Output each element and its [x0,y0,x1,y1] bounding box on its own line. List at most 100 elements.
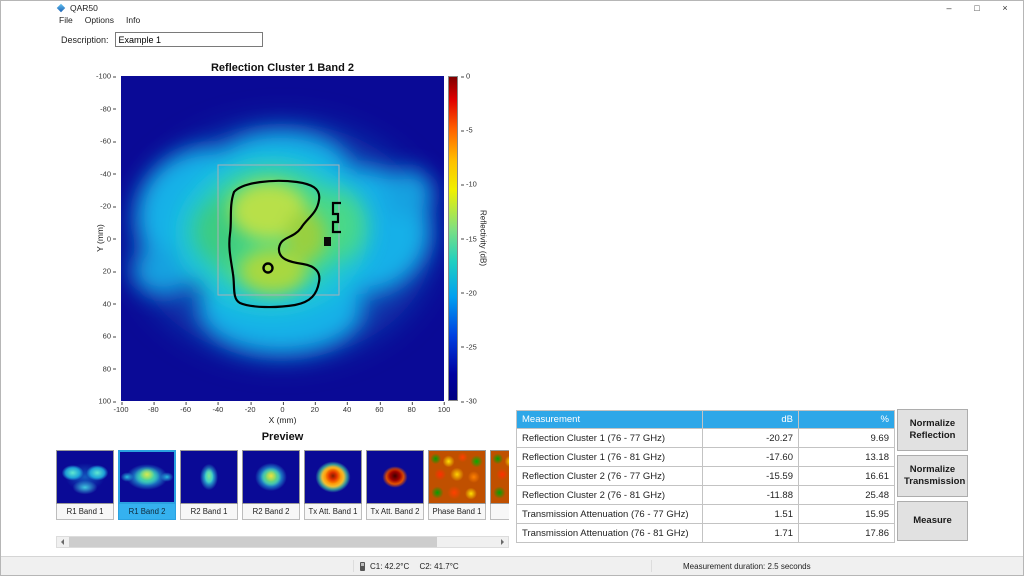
xtick-label: -40 [212,405,223,414]
window-title: QAR50 [70,3,98,13]
colorbar-label: Reflectivity (dB) [479,210,488,266]
measure-button[interactable]: Measure [897,501,968,541]
normalize-reflection-button[interactable]: Normalize Reflection [897,409,968,451]
measurement-db: -15.59 [703,467,799,486]
preview-thumb-phase-band1[interactable]: Phase Band 1 [428,450,486,526]
preview-thumb-r1-band1[interactable]: R1 Band 1 [56,450,114,526]
heatmap-svg [121,76,444,401]
cbtick-label: -20 [466,288,477,297]
measurement-duration: Measurement duration: 2.5 seconds [683,562,811,571]
cbtick-label: -30 [466,397,477,406]
ytick-label: -60 [100,137,111,146]
x-axis-label: X (mm) [121,415,444,425]
thumbnail-label: R2 Band 2 [242,504,300,520]
scrollbar-thumb[interactable] [69,537,437,547]
measurement-db: 1.71 [703,524,799,543]
preview-thumb-r1-band2[interactable]: R1 Band 2 [118,450,176,526]
measurement-db: -11.88 [703,486,799,505]
close-button[interactable]: × [991,1,1019,15]
x-axis: -100-80-60-40-20020406080100 [121,403,444,413]
xtick-label: 0 [280,405,284,414]
xtick-label: -20 [245,405,256,414]
thumbnail-image[interactable] [118,450,176,504]
measurement-pct: 9.69 [799,429,895,448]
preview-thumb-r2-band1[interactable]: R2 Band 1 [180,450,238,526]
measurement-name: Reflection Cluster 2 (76 - 81 GHz) [517,486,703,505]
statusbar-divider [651,560,652,572]
table-row[interactable]: Transmission Attenuation (76 - 81 GHz) 1… [517,524,895,543]
thumbnail-label: Tx Att. Band 2 [366,504,424,520]
thumbnail-label: Tx Att. Band 1 [304,504,362,520]
statusbar-divider [353,560,354,572]
y-axis-label: Y (mm) [95,224,105,252]
ytick-label: -40 [100,169,111,178]
scroll-right-arrow-icon[interactable] [496,537,508,547]
scrollbar-track[interactable] [69,537,496,547]
heatmap-plot [121,76,444,401]
preview-thumb-txatt-band2[interactable]: Tx Att. Band 2 [366,450,424,526]
description-label: Description: [61,35,109,45]
temperature-c1: C1: 42.2°C [370,562,409,571]
temperature-c2: C2: 41.7°C [419,562,458,571]
measurement-pct: 13.18 [799,448,895,467]
table-row[interactable]: Reflection Cluster 2 (76 - 81 GHz) -11.8… [517,486,895,505]
preview-title: Preview [121,431,444,443]
thumbnail-image[interactable] [366,450,424,504]
ytick-label: 40 [103,299,111,308]
xtick-label: -80 [148,405,159,414]
preview-thumb-r2-band2[interactable]: R2 Band 2 [242,450,300,526]
thumbnail-image[interactable] [304,450,362,504]
qar50-window: QAR50 – □ × File Options Info Descriptio… [0,0,1024,576]
measurement-pct: 15.95 [799,505,895,524]
measurement-name: Transmission Attenuation (76 - 81 GHz) [517,524,703,543]
preview-thumb-phase-band2[interactable]: Ph [490,450,509,526]
scroll-left-arrow-icon[interactable] [57,537,69,547]
minimize-button[interactable]: – [935,1,963,15]
ytick-label: 60 [103,332,111,341]
measurement-pct: 25.48 [799,486,895,505]
table-row[interactable]: Reflection Cluster 1 (76 - 81 GHz) -17.6… [517,448,895,467]
thumbnail-image[interactable] [180,450,238,504]
menu-info[interactable]: Info [120,14,146,26]
thumbnail-label: R1 Band 1 [56,504,114,520]
colorbar [448,76,458,401]
thumbnail-image[interactable] [428,450,486,504]
measurement-db: -20.27 [703,429,799,448]
temperature-icon [360,562,365,571]
temperature-readout: C1: 42.2°C C2: 41.7°C [370,562,467,571]
horizontal-scrollbar[interactable] [56,536,509,548]
description-row: Description: [61,32,263,47]
measurement-name: Transmission Attenuation (76 - 77 GHz) [517,505,703,524]
cbtick-label: -25 [466,342,477,351]
header-percent: % [799,411,895,429]
thumbnail-image[interactable] [490,450,509,504]
header-db: dB [703,411,799,429]
window-controls: – □ × [935,1,1019,15]
thumbnail-image[interactable] [242,450,300,504]
menu-options[interactable]: Options [79,14,120,26]
description-input[interactable] [115,32,263,47]
preview-strip: R1 Band 1 R1 Band 2 R2 Band 1 R2 Band 2 … [56,450,509,526]
table-row[interactable]: Reflection Cluster 2 (76 - 77 GHz) -15.5… [517,467,895,486]
ytick-label: 20 [103,267,111,276]
menubar: File Options Info [53,14,146,26]
ytick-label: 100 [98,397,111,406]
menu-file[interactable]: File [53,14,79,26]
xtick-label: 60 [375,405,383,414]
ytick-label: 0 [107,234,111,243]
ytick-label: -20 [100,202,111,211]
measurement-table: Measurement dB % Reflection Cluster 1 (7… [516,410,895,543]
preview-thumb-txatt-band1[interactable]: Tx Att. Band 1 [304,450,362,526]
thumbnail-image[interactable] [56,450,114,504]
table-row[interactable]: Transmission Attenuation (76 - 77 GHz) 1… [517,505,895,524]
table-row[interactable]: Reflection Cluster 1 (76 - 77 GHz) -20.2… [517,429,895,448]
measurement-name: Reflection Cluster 1 (76 - 77 GHz) [517,429,703,448]
measurement-pct: 16.61 [799,467,895,486]
xtick-label: 80 [408,405,416,414]
header-measurement: Measurement [517,411,703,429]
maximize-button[interactable]: □ [963,1,991,15]
contour-square [324,237,331,246]
thumbnail-label: R1 Band 2 [118,504,176,520]
normalize-transmission-button[interactable]: Normalize Transmission [897,455,968,497]
xtick-label: -100 [113,405,128,414]
